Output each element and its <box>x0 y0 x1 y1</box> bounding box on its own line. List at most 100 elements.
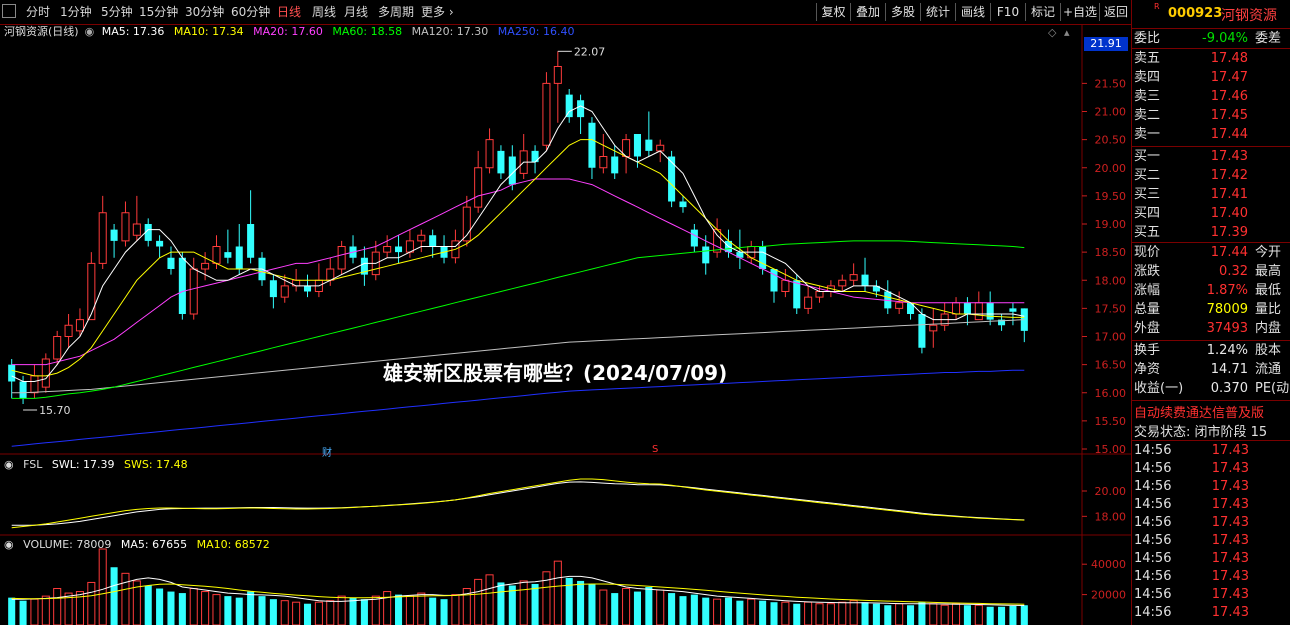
diamond-icon[interactable]: ◇ <box>1048 26 1056 39</box>
tab-monthly[interactable]: 月线 <box>344 4 368 20</box>
divider <box>1132 400 1290 401</box>
huaxian-button[interactable]: 画线 <box>955 3 990 21</box>
bid-row-value: 17.40 <box>1210 206 1248 221</box>
volume-bar <box>292 601 301 625</box>
volume-bar <box>872 603 880 625</box>
fsl-icon[interactable]: ◉ <box>4 458 14 471</box>
candle-body <box>497 150 505 174</box>
biaoji-button[interactable]: 标记 <box>1025 3 1060 21</box>
volume-bar <box>258 596 266 625</box>
price-tick-label: 20.00 <box>1095 162 1127 175</box>
chart-area[interactable]: 21.50 21.00 20.50 20.00 19.50 19.00 18.50 18.00… <box>0 24 1131 625</box>
stat-row-label: 现价 <box>1134 245 1161 260</box>
candle-body <box>8 364 16 382</box>
grid-icon[interactable] <box>2 4 16 18</box>
volume-bar <box>724 597 733 625</box>
f10-button[interactable]: F10 <box>990 3 1025 21</box>
candle-body <box>815 291 824 298</box>
volume-bar <box>736 600 744 625</box>
stat-row: 涨幅 1.87% 最低 <box>1134 282 1290 300</box>
tick-time: 14:56 <box>1134 479 1172 494</box>
candle-body <box>531 150 539 163</box>
volume-bar <box>645 587 653 625</box>
chart-canvas[interactable]: 21.50 21.00 20.50 20.00 19.50 19.00 18.50 18.00… <box>0 24 1131 625</box>
tab-more[interactable]: 更多 › <box>421 4 454 20</box>
volume-bar <box>804 601 813 625</box>
ask-row-value: 17.48 <box>1210 51 1248 66</box>
stat-row-value: 14.71 <box>1210 362 1248 377</box>
candle-body <box>679 201 687 208</box>
tab-fenshi[interactable]: 分时 <box>26 4 50 20</box>
tab-5min[interactable]: 5分钟 <box>101 4 133 20</box>
ask-row-label: 卖五 <box>1134 51 1161 66</box>
diejia-button[interactable]: 叠加 <box>850 3 885 21</box>
collapse-icon[interactable]: ▴ <box>1064 26 1070 39</box>
volume-bar <box>337 595 346 625</box>
ask-row: 卖三 17.46 <box>1134 88 1290 106</box>
divider <box>1132 48 1290 49</box>
volume-bar <box>110 567 118 625</box>
tab-15min[interactable]: 15分钟 <box>139 4 178 20</box>
quote-header: R 000923 河钢资源 <box>1132 0 1290 29</box>
tick-price: 17.43 <box>1211 551 1249 566</box>
tab-weekly[interactable]: 周线 <box>312 4 336 20</box>
candle-body <box>577 100 585 118</box>
tab-multi-period[interactable]: 多周期 <box>378 4 414 20</box>
price-tick-label: 20.50 <box>1095 134 1127 147</box>
tab-60min[interactable]: 60分钟 <box>231 4 270 20</box>
candle-body <box>269 280 277 298</box>
tab-30min[interactable]: 30分钟 <box>185 4 224 20</box>
back-button[interactable]: 返回 <box>1099 3 1132 21</box>
tab-daily[interactable]: 日线 <box>277 4 301 20</box>
bid-row: 买五 17.39 <box>1134 224 1290 242</box>
fuquan-button[interactable]: 复权 <box>816 3 850 21</box>
candle-body <box>918 314 926 348</box>
ma20-legend: MA20: 17.60 <box>253 25 323 38</box>
tongji-button[interactable]: 统计 <box>920 3 955 21</box>
volume-bar <box>98 548 107 625</box>
weicha-label: 委差 <box>1255 31 1282 46</box>
candle-body <box>167 257 175 269</box>
ask-row-label: 卖四 <box>1134 70 1161 85</box>
cai-marker[interactable]: 财 <box>322 444 332 459</box>
candle-body <box>702 246 710 264</box>
stat-row: 外盘 37493 内盘 <box>1134 320 1290 338</box>
fsl-legend: ◉ FSL SWL: 17.39 SWS: 17.48 <box>4 458 194 472</box>
volume-bar <box>314 601 323 625</box>
candle-body <box>303 285 312 292</box>
chevron-down-icon[interactable]: ◉ <box>85 25 95 38</box>
volume-icon[interactable]: ◉ <box>4 538 14 551</box>
volume-bar <box>1009 606 1017 625</box>
volume-bar <box>41 595 50 625</box>
volume-bar <box>87 581 96 625</box>
stat-row-value: 78009 <box>1206 302 1248 317</box>
chevron-right-icon: › <box>445 5 454 19</box>
promo-ticker[interactable]: 自动续费通达信普及版 <box>1134 402 1264 421</box>
tick-time: 14:56 <box>1134 497 1172 512</box>
s-marker[interactable]: S <box>652 444 658 455</box>
stat-row-value: 17.44 <box>1210 245 1248 260</box>
add-watchlist-button[interactable]: +自选 <box>1060 3 1099 21</box>
volume-bar <box>383 591 392 625</box>
price-tick-label: 15.50 <box>1095 415 1127 428</box>
stock-name: 河钢资源 <box>1221 8 1277 24</box>
candle-body <box>929 324 938 332</box>
candle-body <box>645 139 653 151</box>
price-tick-label: 17.50 <box>1095 302 1127 315</box>
tab-1min[interactable]: 1分钟 <box>60 4 92 20</box>
candle-body <box>656 144 665 152</box>
tick-row: 14:56 17.43 <box>1134 568 1290 586</box>
duogu-button[interactable]: 多股 <box>885 3 920 21</box>
main-legend: 河钢资源(日线) ◉ MA5: 17.36 MA10: 17.34 MA20: 1… <box>4 25 581 39</box>
candle-body <box>713 229 722 253</box>
volume-bar <box>781 601 790 625</box>
volume-bar <box>611 593 619 625</box>
tick-time: 14:56 <box>1134 461 1172 476</box>
volume-bar <box>201 591 210 625</box>
stat-row-value: 37493 <box>1206 321 1248 336</box>
stat-row: 涨跌 0.32 最高 <box>1134 263 1290 281</box>
stat-row-value: 1.87% <box>1206 283 1248 298</box>
bid-row-label: 买一 <box>1134 149 1161 164</box>
volume-bar <box>8 597 16 625</box>
volume-bar <box>713 598 722 625</box>
